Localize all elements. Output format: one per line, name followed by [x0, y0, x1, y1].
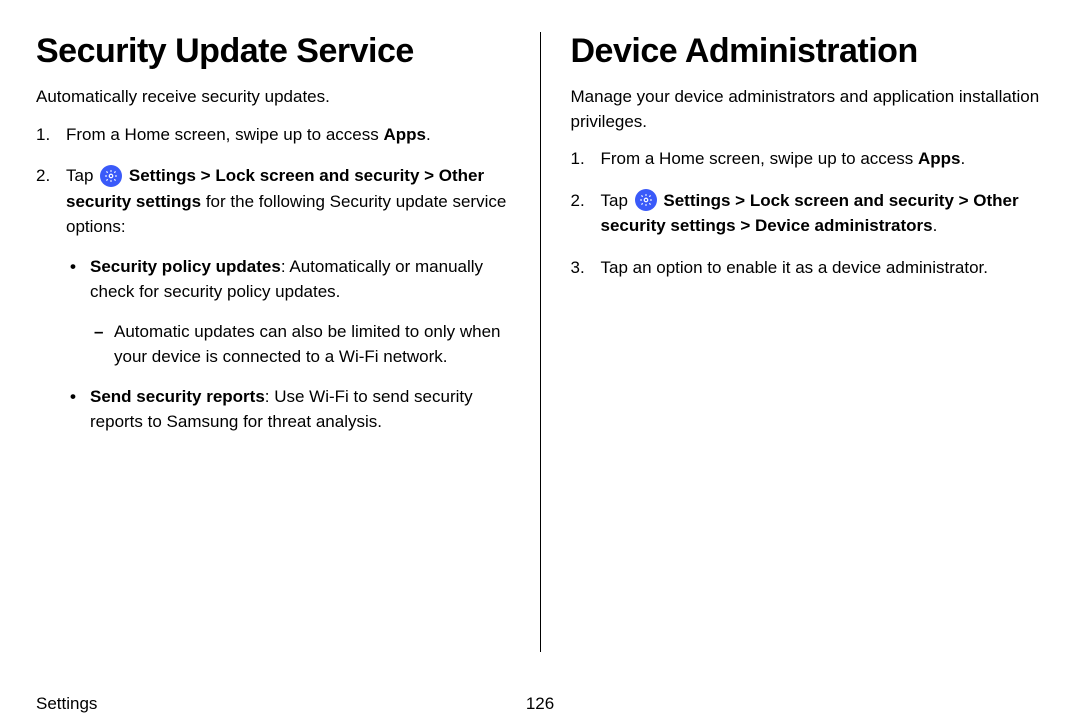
left-column: Security Update Service Automatically re… — [36, 32, 510, 652]
step-punct: . — [426, 125, 431, 144]
step-1: From a Home screen, swipe up to access A… — [36, 122, 510, 148]
breadcrumb-sep: > — [419, 166, 438, 185]
lock-screen-bold: Lock screen and security — [215, 166, 419, 185]
steps-list: From a Home screen, swipe up to access A… — [36, 122, 510, 435]
heading-device-administration: Device Administration — [571, 32, 1045, 71]
step-text: Tap — [66, 166, 98, 185]
step-text: From a Home screen, swipe up to access — [66, 125, 383, 144]
column-divider — [540, 32, 541, 652]
dash-wifi-limit: Automatic updates can also be limited to… — [90, 319, 510, 370]
footer-section-label: Settings — [36, 694, 97, 714]
bullet-security-policy: Security policy updates: Automatically o… — [66, 254, 510, 370]
apps-bold: Apps — [918, 149, 961, 168]
bullet-list: Security policy updates: Automatically o… — [66, 254, 510, 435]
intro-text: Manage your device administrators and ap… — [571, 85, 1045, 134]
footer-page-number: 126 — [526, 694, 554, 714]
step-1: From a Home screen, swipe up to access A… — [571, 146, 1045, 172]
apps-bold: Apps — [383, 125, 426, 144]
dash-list: Automatic updates can also be limited to… — [90, 319, 510, 370]
step-punct: . — [960, 149, 965, 168]
gear-icon — [635, 189, 657, 211]
right-column: Device Administration Manage your device… — [571, 32, 1045, 652]
settings-bold: Settings — [129, 166, 196, 185]
bullet-bold: Send security reports — [90, 387, 265, 406]
breadcrumb-sep: > — [736, 216, 755, 235]
breadcrumb-sep: > — [954, 191, 973, 210]
bullet-bold: Security policy updates — [90, 257, 281, 276]
lock-screen-bold: Lock screen and security — [750, 191, 954, 210]
step-2: Tap Settings > Lock screen and security … — [571, 188, 1045, 239]
step-2: Tap Settings > Lock screen and security … — [36, 163, 510, 435]
step-text: From a Home screen, swipe up to access — [601, 149, 918, 168]
bullet-send-reports: Send security reports: Use Wi‑Fi to send… — [66, 384, 510, 435]
steps-list: From a Home screen, swipe up to access A… — [571, 146, 1045, 280]
settings-bold: Settings — [663, 191, 730, 210]
breadcrumb-sep: > — [196, 166, 215, 185]
breadcrumb-sep: > — [730, 191, 749, 210]
gear-icon — [100, 165, 122, 187]
content-columns: Security Update Service Automatically re… — [36, 32, 1044, 652]
intro-text: Automatically receive security updates. — [36, 85, 510, 110]
device-admin-bold: Device administrators — [755, 216, 933, 235]
step-3: Tap an option to enable it as a device a… — [571, 255, 1045, 281]
step-text: Tap — [601, 191, 633, 210]
step-punct: . — [933, 216, 938, 235]
heading-security-update-service: Security Update Service — [36, 32, 510, 71]
